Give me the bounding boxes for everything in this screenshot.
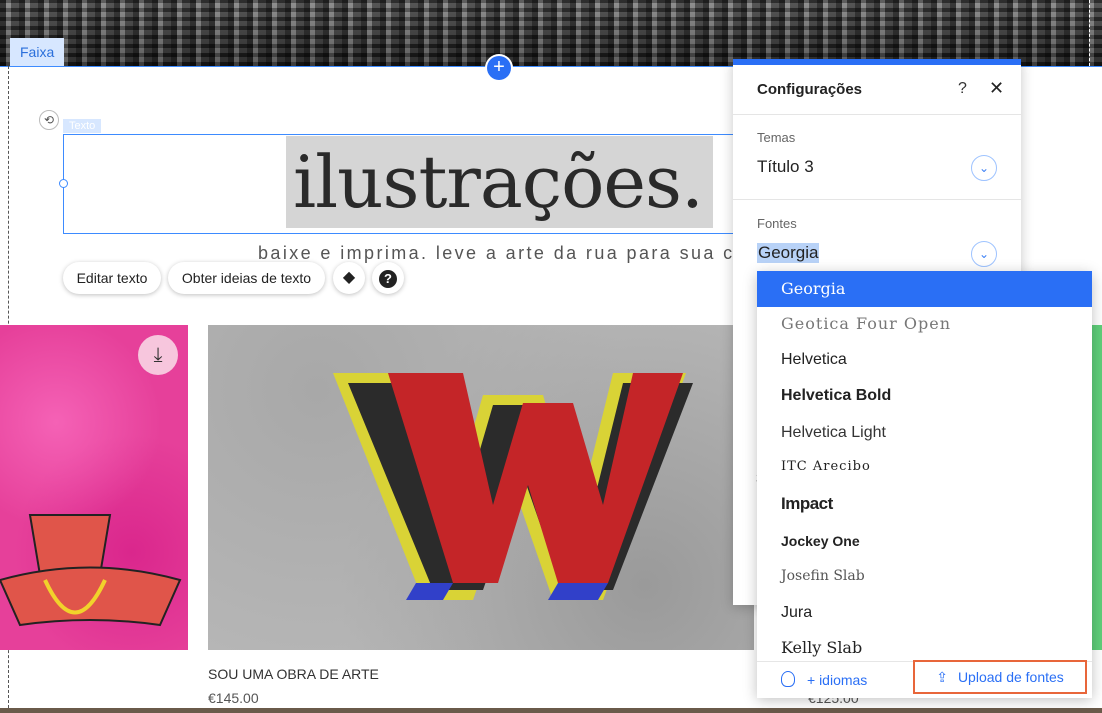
gallery-item-image-partial[interactable] (1092, 325, 1102, 650)
divider (733, 114, 1021, 115)
help-icon: ? (379, 270, 397, 288)
strip-tag[interactable]: Faixa (10, 38, 65, 66)
font-option-geotica-four-open[interactable]: Geotica Four Open (757, 306, 1092, 342)
page-subheading[interactable]: baixe e imprima. leve a arte da rua para… (258, 243, 776, 264)
upload-fonts-label: Upload de fontes (957, 669, 1064, 685)
edit-text-button[interactable]: Editar texto (63, 262, 161, 294)
chevron-down-icon[interactable]: ⌄ (971, 241, 997, 267)
download-icon[interactable]: ⤓ (138, 335, 178, 375)
themes-label: Temas (757, 130, 796, 145)
fonts-select[interactable]: Georgia (757, 243, 820, 263)
banner-image[interactable] (0, 0, 1102, 66)
upload-icon: ⇪ (936, 669, 948, 685)
upload-fonts-button[interactable]: ⇪ Upload de fontes (913, 660, 1087, 694)
product-price: €145.00 (208, 690, 259, 706)
animation-icon[interactable]: ◆ (333, 262, 365, 294)
themes-select[interactable]: Título 3 (757, 157, 814, 177)
page-heading[interactable]: ilustrações. (263, 136, 733, 228)
font-option-jockey-one[interactable]: Jockey One (757, 523, 1092, 559)
letter-w-artwork (333, 373, 693, 600)
add-languages-label: + idiomas (807, 672, 868, 688)
font-option-helvetica[interactable]: Helvetica (757, 342, 1092, 378)
help-icon[interactable]: ? (958, 80, 967, 98)
font-option-josefin-slab[interactable]: Josefin Slab (757, 558, 1092, 594)
text-element-tag: Texto (63, 119, 102, 133)
close-icon[interactable]: ✕ (989, 78, 1004, 99)
divider (733, 199, 1021, 200)
font-option-itc-arecibo[interactable]: ITC Arecibo (757, 449, 1092, 485)
next-strip (0, 708, 1102, 713)
chevron-down-icon[interactable]: ⌄ (971, 155, 997, 181)
resize-handle[interactable] (59, 179, 68, 188)
text-ideas-button[interactable]: Obter ideias de texto (168, 262, 325, 294)
font-option-georgia[interactable]: Georgia (757, 271, 1092, 307)
fonts-label: Fontes (757, 216, 797, 231)
language-icon (781, 671, 795, 687)
font-option-impact[interactable]: Impact (757, 486, 1092, 522)
font-option-helvetica-bold[interactable]: Helvetica Bold (757, 378, 1092, 414)
font-option-jura[interactable]: Jura (757, 595, 1092, 631)
panel-title: Configurações (757, 81, 863, 98)
product-name[interactable]: SOU UMA OBRA DE ARTE (208, 666, 379, 682)
help-button[interactable]: ? (372, 262, 404, 294)
add-section-button[interactable]: + (487, 56, 511, 80)
rotate-icon[interactable]: ⟲ (39, 110, 59, 130)
gallery-item-image-featured[interactable] (208, 325, 754, 650)
font-option-helvetica-light[interactable]: Helvetica Light (757, 415, 1092, 451)
guide-line-right (1089, 0, 1090, 66)
add-languages-link[interactable]: + idiomas (781, 671, 867, 688)
